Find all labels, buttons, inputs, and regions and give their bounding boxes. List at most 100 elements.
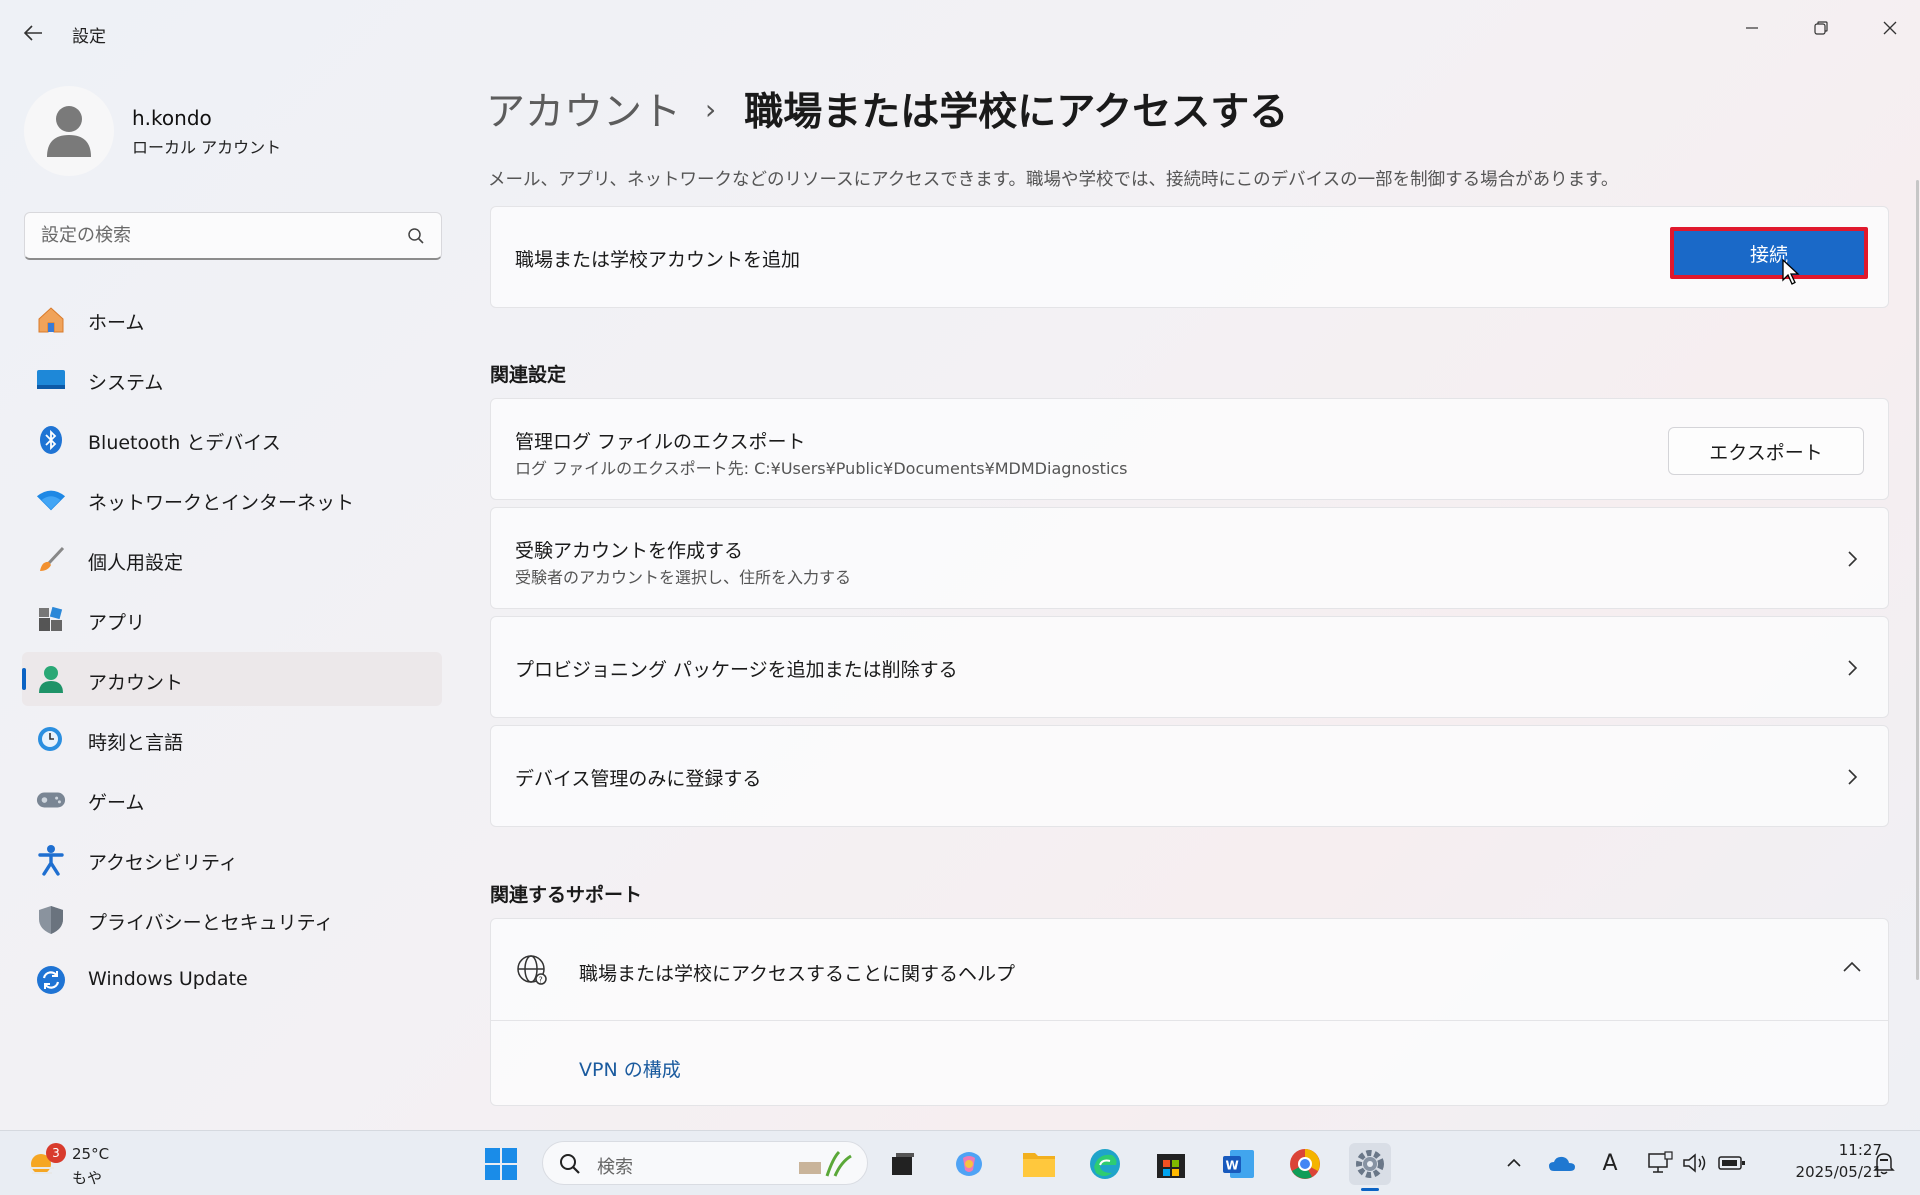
- system-icon: [36, 365, 66, 395]
- sidebar-item-home[interactable]: ホーム: [22, 292, 442, 346]
- device-management-title: デバイス管理のみに登録する: [515, 768, 762, 790]
- battery-button[interactable]: [1718, 1149, 1746, 1177]
- sidebar-item-windows-update[interactable]: Windows Update: [22, 952, 442, 1006]
- sidebar-item-accounts[interactable]: アカウント: [22, 652, 442, 706]
- settings-search[interactable]: [24, 212, 442, 260]
- sidebar-item-time-language[interactable]: 時刻と言語: [22, 712, 442, 766]
- breadcrumb: アカウント › 職場または学校にアクセスする: [486, 81, 1288, 137]
- provisioning-card[interactable]: プロビジョニング パッケージを追加または削除する: [490, 616, 1889, 718]
- apps-icon: [36, 605, 66, 635]
- sidebar-item-label: ネットワークとインターネット: [88, 492, 355, 514]
- chrome-button[interactable]: [1284, 1143, 1326, 1185]
- home-icon: [36, 305, 66, 335]
- search-input[interactable]: [41, 225, 391, 246]
- help-title: 職場または学校にアクセスすることに関するヘルプ: [579, 963, 1016, 985]
- sidebar-item-apps[interactable]: アプリ: [22, 592, 442, 646]
- help-card: ? 職場または学校にアクセスすることに関するヘルプ VPN の構成: [490, 918, 1889, 1106]
- vpn-config-link[interactable]: VPN の構成: [579, 1055, 681, 1082]
- minimize-button[interactable]: [1724, 8, 1780, 48]
- search-icon: [560, 1154, 580, 1174]
- restore-icon: [1814, 21, 1828, 35]
- network-button[interactable]: [1646, 1149, 1674, 1177]
- back-button[interactable]: [18, 18, 48, 48]
- export-logs-path: ログ ファイルのエクスポート先: C:¥Users¥Public¥Documen…: [515, 459, 1128, 478]
- breadcrumb-parent[interactable]: アカウント: [486, 81, 681, 137]
- settings-app-button[interactable]: [1349, 1143, 1391, 1191]
- update-icon: [36, 965, 66, 995]
- breadcrumb-separator: ›: [705, 92, 717, 126]
- scrollbar[interactable]: [1916, 180, 1919, 980]
- task-view-button[interactable]: [882, 1143, 924, 1185]
- device-management-card[interactable]: デバイス管理のみに登録する: [490, 725, 1889, 827]
- taskbar-search[interactable]: 検索: [542, 1141, 868, 1185]
- speaker-icon: [1683, 1153, 1706, 1173]
- gear-icon: [1356, 1150, 1384, 1178]
- bluetooth-icon: [36, 425, 66, 455]
- system-clock[interactable]: 11:27 2025/05/21: [1762, 1139, 1882, 1183]
- word-icon: W: [1223, 1150, 1254, 1178]
- onedrive-cloud-icon: [1549, 1156, 1575, 1171]
- ime-indicator[interactable]: A: [1596, 1149, 1624, 1177]
- sidebar-item-label: プライバシーとセキュリティ: [88, 912, 334, 934]
- svg-text:W: W: [1226, 1159, 1239, 1173]
- sidebar-item-gaming[interactable]: ゲーム: [22, 772, 442, 826]
- chevron-up-icon[interactable]: [1842, 959, 1862, 978]
- sidebar-nav: ホーム システム Bluetooth とデバイス ネットワークとインターネット …: [22, 292, 442, 1012]
- minimize-icon: [1746, 27, 1758, 29]
- account-icon: [36, 665, 66, 695]
- add-account-card: 職場または学校アカウントを追加 接続: [490, 206, 1889, 308]
- windows-logo-icon: [485, 1148, 517, 1180]
- folder-icon: [1023, 1153, 1055, 1177]
- brush-icon: [36, 545, 66, 575]
- notification-center-button[interactable]: [1870, 1149, 1898, 1177]
- exam-account-subtitle: 受験者のアカウントを選択し、住所を入力する: [515, 568, 852, 587]
- file-explorer-button[interactable]: [1018, 1143, 1060, 1185]
- provisioning-title: プロビジョニング パッケージを追加または削除する: [515, 659, 958, 681]
- restore-button[interactable]: [1793, 8, 1849, 48]
- shield-icon: [36, 905, 66, 935]
- user-avatar-icon: [47, 106, 91, 157]
- user-name: h.kondo: [132, 106, 212, 130]
- copilot-icon: [956, 1152, 982, 1176]
- chevron-up-icon: [1507, 1158, 1521, 1167]
- sidebar-item-bluetooth[interactable]: Bluetooth とデバイス: [22, 412, 442, 466]
- close-button[interactable]: [1862, 8, 1918, 48]
- word-button[interactable]: W: [1218, 1143, 1260, 1185]
- edge-button[interactable]: [1084, 1143, 1126, 1185]
- help-header[interactable]: ? 職場または学校にアクセスすることに関するヘルプ: [491, 919, 1888, 1021]
- sidebar-item-label: Windows Update: [88, 968, 248, 990]
- sidebar-item-label: Bluetooth とデバイス: [88, 432, 281, 454]
- sidebar-item-personalization[interactable]: 個人用設定: [22, 532, 442, 586]
- sidebar-item-label: 時刻と言語: [88, 732, 184, 754]
- store-button[interactable]: [1150, 1143, 1192, 1185]
- add-account-label: 職場または学校アカウントを追加: [515, 249, 801, 271]
- sidebar-item-privacy[interactable]: プライバシーとセキュリティ: [22, 892, 442, 946]
- accessibility-icon: [36, 845, 66, 876]
- sidebar-item-accessibility[interactable]: アクセシビリティ: [22, 832, 442, 886]
- onedrive-button[interactable]: [1548, 1149, 1576, 1177]
- sidebar-item-system[interactable]: システム: [22, 352, 442, 406]
- wifi-icon: [36, 485, 66, 515]
- related-settings-heading: 関連設定: [490, 364, 567, 386]
- chevron-right-icon: [1842, 549, 1862, 569]
- volume-button[interactable]: [1682, 1149, 1710, 1177]
- weather-widget[interactable]: 3 25°C もや: [26, 1143, 146, 1187]
- connect-button[interactable]: 接続: [1670, 227, 1868, 279]
- chevron-right-icon: [1842, 658, 1862, 678]
- notification-bell-icon: [1873, 1153, 1895, 1175]
- svg-text:?: ?: [539, 976, 543, 985]
- time-language-icon: [36, 725, 66, 755]
- exam-account-card[interactable]: 受験アカウントを作成する 受験者のアカウントを選択し、住所を入力する: [490, 507, 1889, 609]
- mouse-cursor-icon: [1782, 259, 1800, 285]
- related-support-heading: 関連するサポート: [490, 884, 643, 906]
- sidebar-item-network[interactable]: ネットワークとインターネット: [22, 472, 442, 526]
- copilot-button[interactable]: [948, 1143, 990, 1185]
- close-icon: [1883, 21, 1897, 35]
- battery-icon: [1718, 1156, 1745, 1170]
- search-icon[interactable]: [407, 227, 425, 245]
- start-button[interactable]: [480, 1143, 522, 1185]
- show-hidden-icons-button[interactable]: [1500, 1149, 1528, 1177]
- globe-icon: ?: [517, 955, 547, 985]
- export-button[interactable]: エクスポート: [1668, 427, 1864, 475]
- sidebar-item-label: ホーム: [88, 312, 145, 334]
